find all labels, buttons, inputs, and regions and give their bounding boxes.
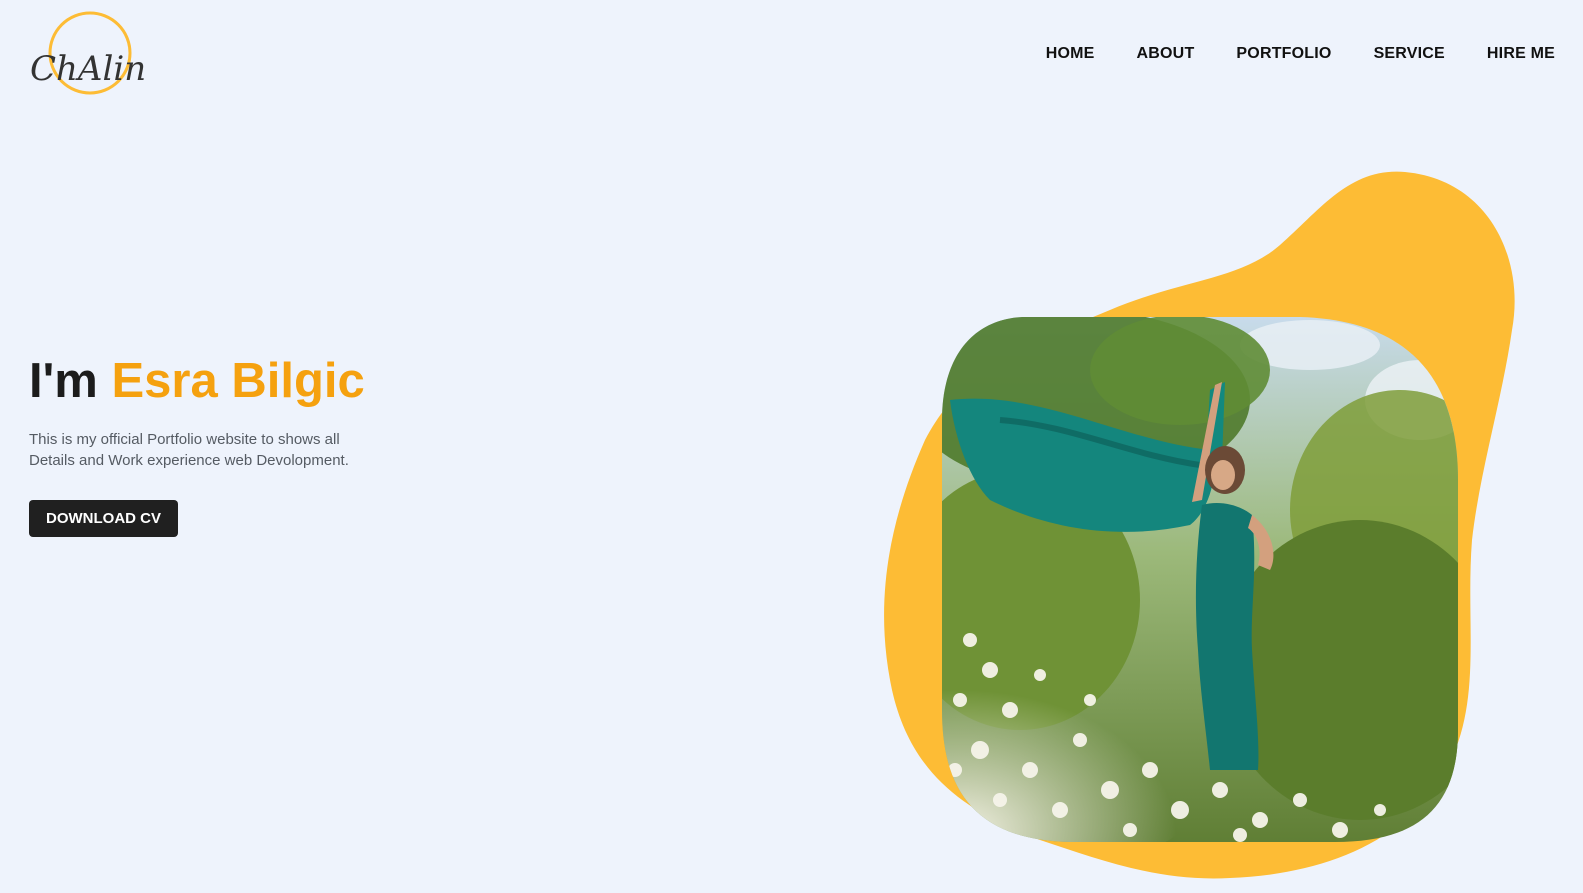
logo-text: ChAlin: [30, 49, 146, 89]
download-cv-button[interactable]: DOWNLOAD CV: [29, 499, 178, 537]
chalin-logo-icon: ChAlin: [30, 11, 146, 95]
site-logo[interactable]: ChAlin: [28, 10, 178, 100]
nav-item-portfolio: PORTFOLIO: [1236, 45, 1331, 63]
hero-heading: I'm Esra Bilgic: [29, 352, 449, 411]
main-nav: HOME ABOUT PORTFOLIO SERVICE HIRE ME: [1046, 45, 1555, 63]
nav-link-home[interactable]: HOME: [1046, 45, 1095, 62]
nav-item-service: SERVICE: [1374, 45, 1445, 63]
nav-link-hire-me[interactable]: HIRE ME: [1487, 45, 1555, 62]
nav-link-service[interactable]: SERVICE: [1374, 45, 1445, 62]
nav-link-portfolio[interactable]: PORTFOLIO: [1236, 45, 1331, 62]
hero-greeting: I'm: [29, 354, 98, 408]
hero-section: I'm Esra Bilgic This is my official Port…: [29, 352, 449, 537]
nav-item-hire-me: HIRE ME: [1487, 45, 1555, 63]
nav-link-about[interactable]: ABOUT: [1137, 45, 1195, 62]
hero-illustration: [884, 171, 1515, 879]
portrait-photo: [942, 317, 1458, 842]
nav-item-about: ABOUT: [1137, 45, 1195, 63]
hero-description: This is my official Portfolio website to…: [29, 430, 349, 469]
hero-art: [880, 170, 1530, 885]
nav-item-home: HOME: [1046, 45, 1095, 63]
hero-name: Esra Bilgic: [111, 354, 365, 408]
